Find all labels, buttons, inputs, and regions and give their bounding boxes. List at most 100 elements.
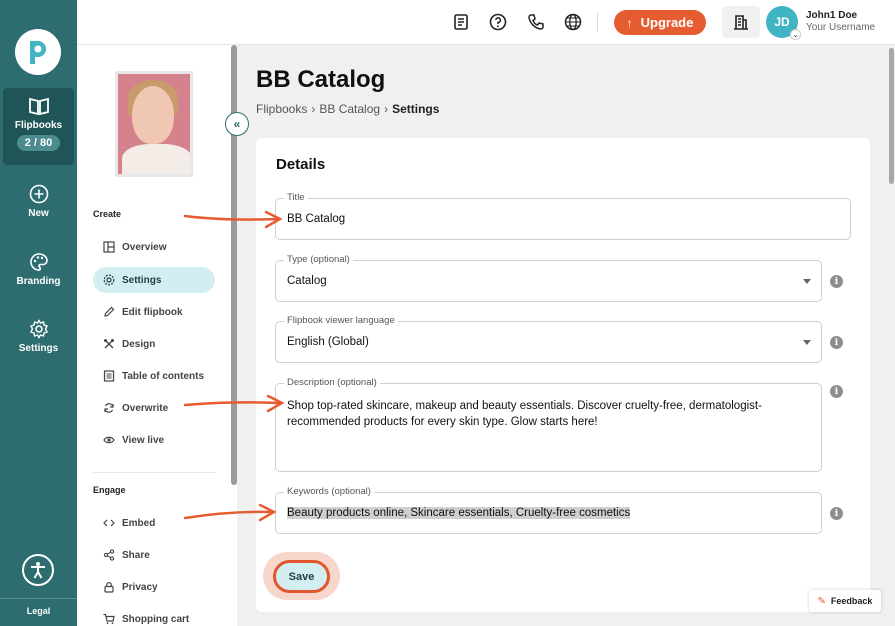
info-icon[interactable]: i [830,385,843,398]
share-icon [103,549,115,561]
breadcrumb: Flipbooks › BB Catalog › Settings [256,102,439,116]
sidebar-item-table-of-contents[interactable]: Table of contents [93,363,215,389]
sidebar-item-embed[interactable]: Embed [93,510,215,536]
rail-item-new[interactable]: New [0,184,77,219]
user-name: John1 Doe [806,10,858,21]
info-icon[interactable]: i [830,507,843,520]
layout-icon [103,241,115,253]
type-value: Catalog [287,275,327,287]
caret-down-icon [803,340,811,345]
document-icon[interactable] [452,13,470,31]
chevron-right-icon: › [311,102,316,116]
info-icon[interactable]: i [830,275,843,288]
sidebar-item-settings[interactable]: Settings [93,267,215,293]
feedback-label: Feedback [830,596,873,606]
rail-item-flipbooks[interactable]: Flipbooks 2 / 80 [3,88,74,165]
help-icon[interactable] [489,13,507,31]
upgrade-button[interactable]: ↑ Upgrade [614,10,706,35]
refresh-icon [104,403,114,413]
divider [0,598,77,599]
breadcrumb-link[interactable]: BB Catalog [319,102,380,116]
collapse-sidebar-button[interactable]: « [225,112,249,136]
sidebar-item-label: Table of contents [122,370,205,382]
gear-icon [29,319,48,339]
chevron-down-icon: ⌄ [790,29,801,40]
description-value[interactable]: Shop top-rated skincare, makeup and beau… [287,398,817,430]
gear-icon [103,274,115,286]
code-icon [103,519,115,527]
info-icon[interactable]: i [830,336,843,349]
sidebar-item-label: Overwrite [122,402,169,414]
app-logo[interactable] [15,29,61,75]
sidebar-item-label: View live [122,434,165,446]
top-bar: ↑ Upgrade JD ⌄ John1 Doe Your Username [77,0,895,45]
sidebar-item-share[interactable]: Share [93,542,215,568]
user-username: Your Username [806,22,876,33]
pencil-icon [104,306,115,317]
rail-item-label: Flipbooks [14,120,63,131]
rail-item-branding[interactable]: Branding [0,252,77,287]
sidebar-item-shopping-cart[interactable]: Shopping cart [93,606,215,626]
flipbook-counter: 2 / 80 [16,135,61,151]
globe-icon[interactable] [564,13,582,31]
sidebar-scrollbar[interactable] [231,45,237,485]
sidebar-item-overwrite[interactable]: Overwrite [93,395,215,421]
sidebar-item-label: Design [122,338,156,350]
rail-item-settings[interactable]: Settings [0,319,77,354]
keywords-value[interactable]: Beauty products online, Skincare essenti… [287,507,631,519]
flipbook-thumbnail[interactable] [115,71,193,177]
field-label: Flipbook viewer language [284,315,398,326]
logo-icon [30,41,46,64]
sidebar-item-design[interactable]: Design [93,331,215,357]
page-title: BB Catalog [256,66,386,93]
sidebar-item-label: Shopping cart [122,613,190,625]
breadcrumb-link[interactable]: Flipbooks [256,102,307,116]
feedback-icon: ✎ [817,595,826,607]
description-textarea[interactable]: Description (optional) Shop top-rated sk… [275,377,822,472]
tools-icon [104,339,114,349]
sidebar-item-label: Share [122,549,150,561]
rail-item-label: Branding [16,276,61,287]
save-button[interactable]: Save [273,560,330,593]
sidebar-item-label: Edit flipbook [122,306,183,318]
legal-link[interactable]: Legal [0,606,77,616]
accessibility-button[interactable] [22,554,54,586]
keywords-field[interactable]: Keywords (optional) Beauty products onli… [275,486,822,534]
divider [93,472,215,473]
sidebar-item-label: Settings [122,274,162,286]
avatar[interactable]: JD ⌄ [766,6,801,40]
field-label: Keywords (optional) [284,486,374,497]
main-scrollbar[interactable] [889,48,894,184]
chevrons-left-icon: « [233,117,241,131]
upgrade-label: Upgrade [640,15,694,30]
feedback-button[interactable]: ✎ Feedback [809,590,881,612]
flipbook-sidebar: Create Overview Settings Edit flipbook D… [77,45,237,626]
sidebar-item-view-live[interactable]: View live [93,427,215,453]
sidebar-item-overview[interactable]: Overview [93,234,215,260]
breadcrumb-current: Settings [392,102,440,116]
sidebar-item-privacy[interactable]: Privacy [93,574,215,600]
language-select[interactable]: Flipbook viewer language English (Global… [275,315,822,363]
section-create: Create [93,209,122,219]
divider [597,12,598,32]
thumbnail-image [132,86,174,144]
palette-icon [29,253,48,271]
rail-item-label: New [28,208,49,219]
phone-icon[interactable] [527,13,545,31]
sidebar-item-label: Privacy [122,581,158,593]
cart-icon [103,613,115,625]
sidebar-item-edit-flipbook[interactable]: Edit flipbook [93,299,215,325]
rail-item-label: Settings [18,343,59,354]
caret-down-icon [803,279,811,284]
card-title: Details [276,156,326,173]
details-card: Details Title BB Catalog Type (optional)… [256,138,870,612]
field-label: Description (optional) [284,377,380,388]
title-field[interactable]: Title BB Catalog [275,192,851,240]
accessibility-icon [31,562,45,579]
section-engage: Engage [93,485,126,495]
lock-icon [104,582,114,593]
title-value[interactable]: BB Catalog [287,213,345,225]
type-select[interactable]: Type (optional) Catalog [275,254,822,302]
eye-icon [103,436,115,444]
organization-button[interactable] [722,6,760,38]
